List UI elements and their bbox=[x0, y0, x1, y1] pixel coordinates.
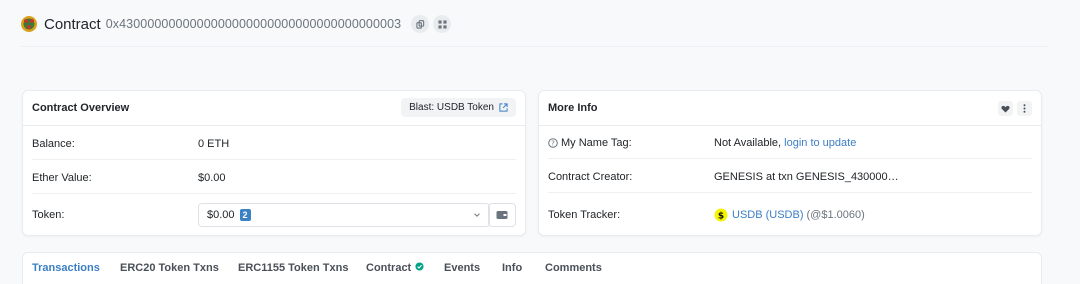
row-divider bbox=[548, 192, 1032, 193]
chip-label: Blast: USDB Token bbox=[409, 102, 494, 113]
login-link[interactable]: login to update bbox=[784, 137, 856, 149]
creator-value[interactable]: GENESIS at txn GENESIS_430000… bbox=[714, 171, 899, 183]
name-tag-chip[interactable]: Blast: USDB Token bbox=[401, 98, 516, 117]
tab-transactions[interactable]: Transactions bbox=[32, 262, 100, 274]
tabs-bar: Transactions ERC20 Token Txns ERC1155 To… bbox=[22, 252, 1042, 284]
usdb-token-icon: $ bbox=[714, 208, 728, 222]
contract-overview-card: Contract Overview Blast: USDB Token Bala… bbox=[22, 90, 526, 236]
more-options-icon[interactable] bbox=[1017, 101, 1032, 116]
qr-code-icon[interactable] bbox=[433, 15, 452, 33]
tab-comments[interactable]: Comments bbox=[545, 262, 602, 274]
external-link-icon bbox=[499, 103, 508, 112]
wallet-icon bbox=[496, 211, 508, 219]
ether-value-value: $0.00 bbox=[198, 172, 226, 184]
card-header: More Info bbox=[539, 91, 1041, 126]
title-row: Contract 0x43000000000000000000000000000… bbox=[20, 13, 452, 35]
name-tag-status: Not Available, bbox=[714, 137, 782, 149]
name-tag-row: ? My Name Tag: Not Available, login to u… bbox=[548, 134, 1032, 152]
chevron-down-icon bbox=[474, 213, 480, 217]
wallet-button[interactable] bbox=[488, 203, 516, 227]
token-tracker-row: Token Tracker: $ USDB (USDB) (@$1.0060) bbox=[548, 206, 1032, 224]
copy-icon[interactable] bbox=[411, 15, 430, 33]
creator-label: Contract Creator: bbox=[548, 171, 633, 183]
ether-value-row: Ether Value: $0.00 bbox=[32, 169, 516, 187]
heart-icon[interactable] bbox=[998, 101, 1013, 116]
row-divider bbox=[32, 159, 516, 160]
token-row: Token: $0.00 2 bbox=[32, 203, 516, 227]
svg-text:$: $ bbox=[718, 211, 724, 221]
balance-label: Balance: bbox=[32, 138, 75, 150]
page-title: Contract bbox=[44, 15, 101, 33]
card-header: Contract Overview Blast: USDB Token bbox=[23, 91, 525, 126]
token-tracker-value: $ USDB (USDB) (@$1.0060) bbox=[714, 208, 865, 222]
tab-contract[interactable]: Contract bbox=[366, 262, 424, 274]
tab-info[interactable]: Info bbox=[502, 262, 522, 274]
tab-events[interactable]: Events bbox=[444, 262, 480, 274]
token-tracker-label: Token Tracker: bbox=[548, 209, 621, 221]
creator-row: Contract Creator: GENESIS at txn GENESIS… bbox=[548, 168, 1032, 186]
row-divider bbox=[548, 158, 1032, 159]
more-info-card: More Info ? My Name Tag: Not Available, … bbox=[538, 90, 1042, 236]
svg-text:?: ? bbox=[551, 140, 555, 148]
tab-erc20-token-txns[interactable]: ERC20 Token Txns bbox=[120, 262, 219, 274]
balance-value: 0 ETH bbox=[198, 138, 230, 150]
token-label: Token: bbox=[32, 209, 65, 221]
token-count-badge: 2 bbox=[239, 209, 251, 221]
name-tag-label: ? My Name Tag: bbox=[548, 137, 714, 149]
token-tracker-link[interactable]: USDB (USDB) bbox=[732, 209, 804, 221]
tab-contract-label: Contract bbox=[366, 262, 412, 274]
contract-address: 0x43000000000000000000000000000000000000… bbox=[105, 17, 402, 31]
token-price: (@$1.0060) bbox=[806, 209, 865, 221]
card-title: Contract Overview bbox=[32, 102, 130, 114]
token-holdings-select[interactable]: $0.00 2 bbox=[198, 203, 490, 227]
ether-value-label: Ether Value: bbox=[32, 172, 92, 184]
help-icon: ? bbox=[548, 138, 558, 148]
token-total-value: $0.00 bbox=[207, 209, 235, 221]
name-tag-value: Not Available, login to update bbox=[714, 137, 856, 149]
contract-logo-icon bbox=[21, 16, 37, 32]
card-title: More Info bbox=[548, 102, 598, 114]
verified-check-icon bbox=[415, 262, 424, 271]
page-header: Contract 0x43000000000000000000000000000… bbox=[0, 0, 1080, 48]
balance-row: Balance: 0 ETH bbox=[32, 135, 516, 153]
tab-erc1155-token-txns[interactable]: ERC1155 Token Txns bbox=[238, 262, 348, 274]
name-tag-label-text: My Name Tag: bbox=[561, 137, 632, 149]
header-divider bbox=[20, 46, 1048, 47]
row-divider bbox=[32, 193, 516, 194]
